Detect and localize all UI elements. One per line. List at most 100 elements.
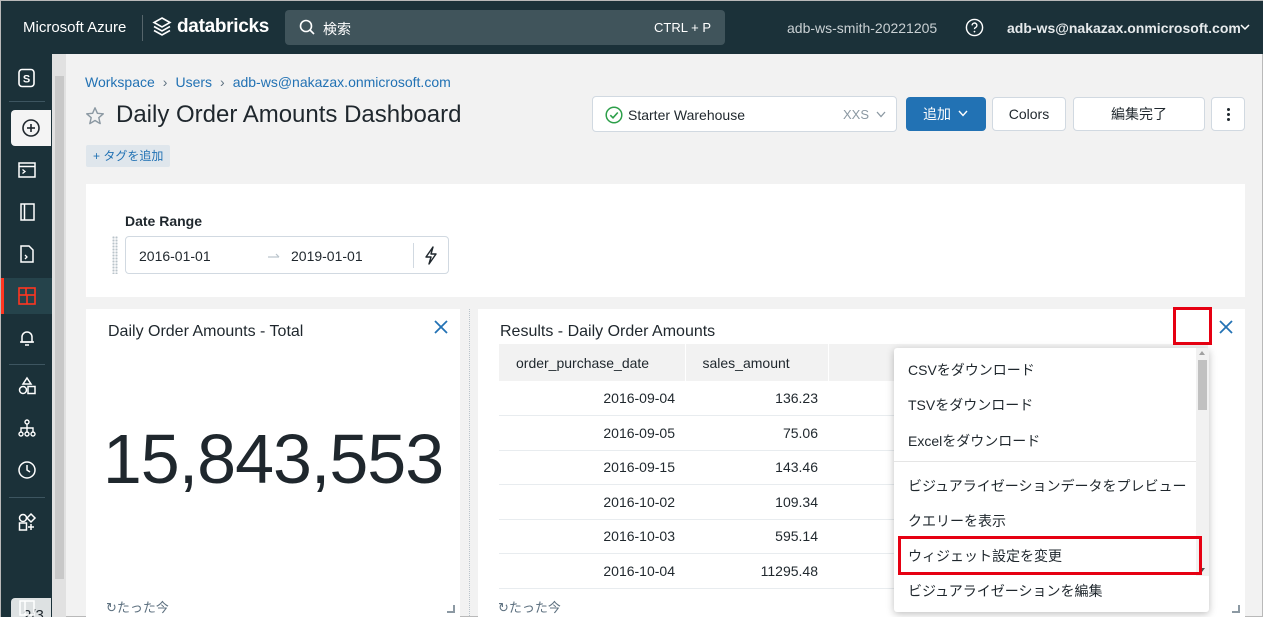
dashboard-icon (17, 287, 36, 305)
menu-divider (894, 461, 1209, 462)
menu-item-preview-data[interactable]: ビジュアライゼーションデータをプレビュー (908, 476, 1186, 496)
resize-handle-icon[interactable] (447, 605, 455, 613)
clock-icon (17, 461, 36, 479)
close-icon[interactable] (1219, 320, 1233, 334)
shapes-plus-icon (18, 512, 36, 531)
arrow-right-icon (268, 253, 280, 258)
add-button-label: 追加 (923, 106, 951, 122)
widget-refresh-status: ↻たった今 (106, 597, 169, 616)
widget-gutter (469, 309, 470, 617)
widget-title: Daily Order Amounts - Total (108, 323, 304, 340)
nav-queries[interactable] (1, 194, 52, 230)
menu-item-download-excel[interactable]: Excelをダウンロード (908, 431, 1040, 451)
databricks-wordmark[interactable]: databricks (177, 16, 269, 38)
menu-item-download-tsv[interactable]: TSVをダウンロード (908, 395, 1033, 415)
nav-data[interactable] (1, 368, 52, 404)
more-options-button[interactable] (1211, 97, 1245, 131)
brand-divider (142, 15, 143, 41)
nav-divider (9, 364, 45, 365)
table-cell: 136.23 (685, 381, 828, 416)
plus-circle-icon (22, 119, 40, 137)
sidebar-scrollbar[interactable] (52, 54, 66, 617)
table-cell: 109.34 (685, 484, 828, 520)
nav-alerts-file[interactable] (1, 236, 52, 272)
breadcrumb-workspace[interactable]: Workspace (85, 74, 155, 90)
notebook-icon (19, 203, 35, 221)
bell-icon (19, 331, 34, 346)
widget-refresh-status: ↻たった今 (498, 597, 561, 616)
global-search[interactable]: 検索 CTRL + P (285, 10, 725, 45)
breadcrumb: Workspace › Users › adb-ws@nakazax.onmicroso… (85, 74, 451, 90)
filter-panel: Date Range 2016-01-01 2019-01-01 (86, 184, 1245, 297)
nav-partner-connect[interactable] (1, 504, 52, 540)
hierarchy-icon (17, 419, 36, 437)
widget-total: Daily Order Amounts - Total 15,843,553 ↻… (86, 309, 460, 617)
resize-handle-icon[interactable] (1232, 605, 1240, 613)
picker-divider (413, 243, 414, 268)
terminal-icon (17, 162, 36, 178)
breadcrumb-users[interactable]: Users (175, 74, 212, 90)
date-range-picker[interactable]: 2016-01-01 2019-01-01 (125, 236, 449, 274)
menu-scrollbar-thumb[interactable] (1198, 360, 1207, 410)
left-sidebar: S 2/3 (1, 54, 52, 617)
widget-menu-button-highlight[interactable] (1173, 307, 1212, 345)
table-cell: 75.06 (685, 415, 828, 451)
table-cell: 2016-09-05 (499, 415, 685, 451)
warehouse-name: Starter Warehouse (628, 107, 745, 123)
date-from-input[interactable]: 2016-01-01 (139, 248, 211, 264)
drag-handle-icon[interactable] (112, 236, 118, 274)
lightning-icon[interactable] (423, 246, 439, 265)
chevron-down-icon (958, 110, 968, 117)
table-cell: 2016-10-03 (499, 519, 685, 554)
chevron-down-icon[interactable] (1240, 23, 1250, 31)
date-range-label: Date Range (125, 213, 203, 229)
star-icon[interactable] (85, 106, 105, 126)
menu-item-highlight (898, 536, 1202, 575)
menu-item-view-query[interactable]: クエリーを表示 (908, 511, 1006, 531)
search-placeholder: 検索 (323, 21, 351, 37)
table-cell: 2016-10-02 (499, 484, 685, 520)
refresh-icon: ↻ (106, 600, 117, 615)
table-cell: 2016-10-04 (499, 553, 685, 589)
date-to-input[interactable]: 2019-01-01 (291, 248, 363, 264)
user-menu[interactable]: adb-ws@nakazax.onmicrosoft.com (1007, 20, 1241, 36)
column-header[interactable]: sales_amount (685, 344, 829, 381)
nav-workflows[interactable] (1, 410, 52, 446)
persona-switch-icon: S (17, 68, 35, 88)
done-editing-button[interactable]: 編集完了 (1073, 97, 1205, 131)
nav-divider (9, 101, 45, 102)
workspace-name[interactable]: adb-ws-smith-20221205 (787, 20, 937, 36)
nav-dashboards[interactable] (1, 278, 52, 314)
create-button[interactable] (11, 110, 51, 146)
nav-sql-editor[interactable] (1, 152, 52, 188)
close-icon[interactable] (434, 320, 448, 334)
warehouse-select[interactable]: Starter Warehouse XXS (592, 96, 897, 132)
scroll-up-icon[interactable] (1199, 351, 1205, 355)
search-shortcut: CTRL + P (654, 20, 711, 35)
breadcrumb-user-folder[interactable]: adb-ws@nakazax.onmicrosoft.com (233, 74, 451, 90)
table-cell: 11295.48 (685, 553, 828, 589)
colors-button[interactable]: Colors (992, 97, 1066, 131)
databricks-logo-icon (152, 17, 172, 36)
help-icon[interactable] (965, 18, 984, 37)
table-cell: 595.14 (685, 519, 828, 554)
menu-item-edit-visualization[interactable]: ビジュアライゼーションを編集 (908, 581, 1102, 601)
top-bar: Microsoft Azure databricks 検索 CTRL + P a… (1, 1, 1263, 54)
sidebar-scrollbar-thumb[interactable] (55, 76, 64, 579)
nav-history[interactable] (1, 452, 52, 488)
check-circle-icon (605, 106, 623, 124)
add-tag-button[interactable]: + タグを追加 (86, 145, 171, 167)
search-icon (299, 19, 315, 35)
nav-alerts[interactable] (1, 320, 52, 356)
nav-collapse[interactable] (1, 590, 52, 617)
add-button[interactable]: 追加 (906, 97, 986, 131)
page-title: Daily Order Amounts Dashboard (116, 101, 462, 128)
workspace-switcher[interactable]: S (1, 60, 52, 96)
nav-divider (9, 497, 45, 498)
refresh-time: たった今 (508, 600, 561, 615)
sidebar-toggle-icon (18, 600, 35, 616)
menu-item-download-csv[interactable]: CSVをダウンロード (908, 360, 1035, 380)
refresh-time: たった今 (116, 600, 169, 615)
chevron-right-icon: › (220, 74, 225, 90)
column-header[interactable]: order_purchase_date (499, 344, 686, 381)
